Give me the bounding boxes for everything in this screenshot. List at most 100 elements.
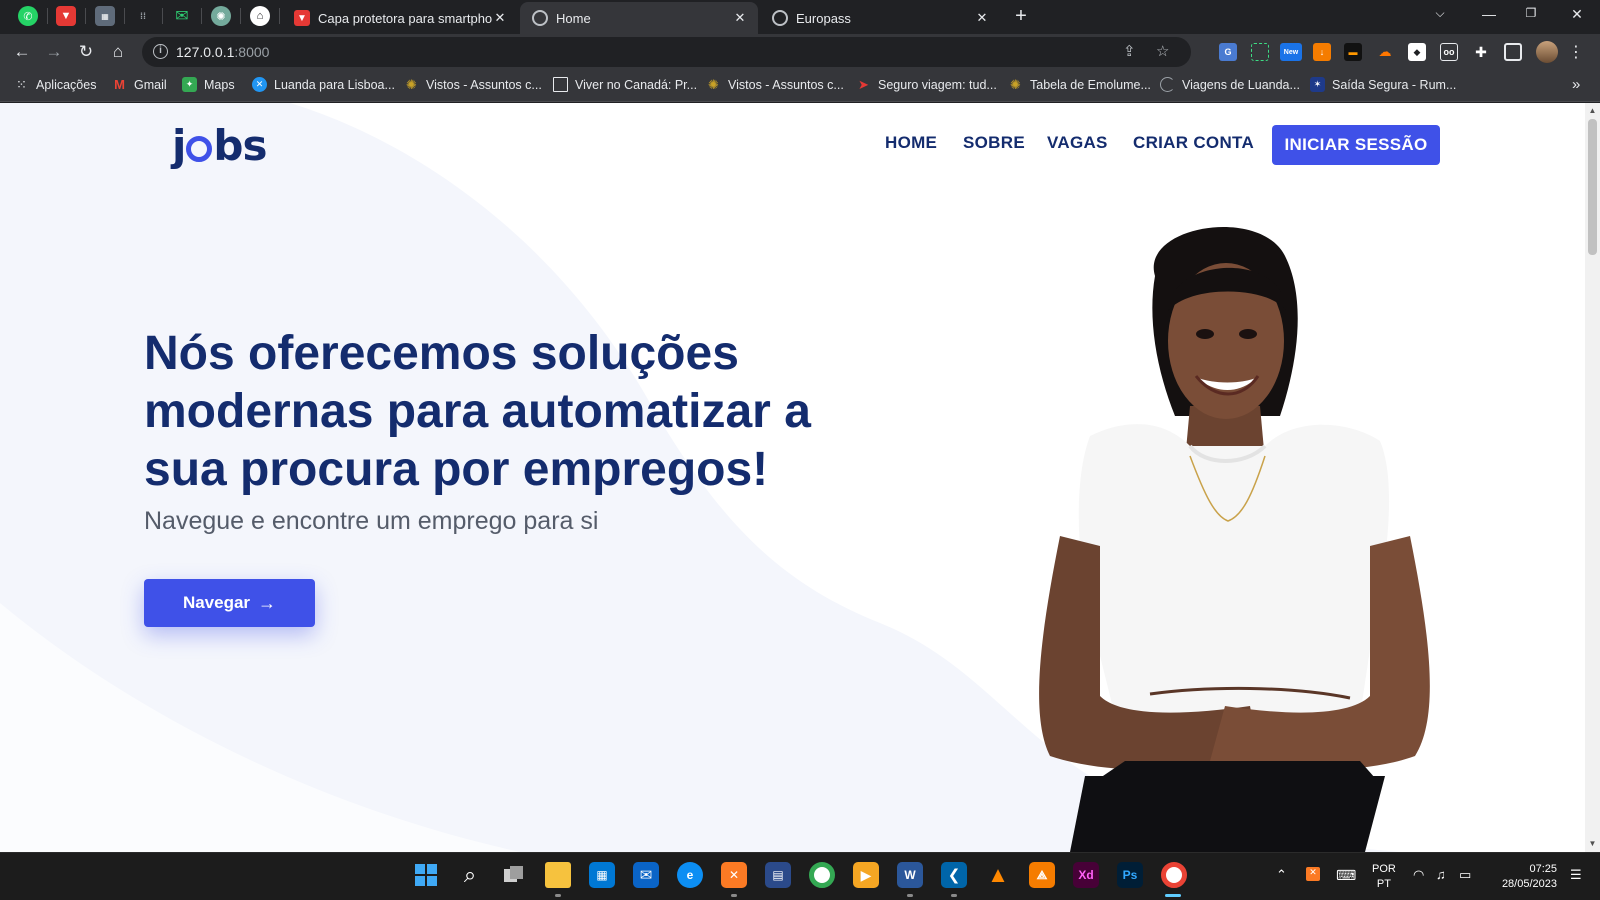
- xd-label: Xd: [1078, 868, 1094, 882]
- github-icon[interactable]: ⌂: [250, 6, 270, 26]
- download-extension-icon[interactable]: ↓: [1313, 43, 1331, 61]
- windows-start-icon[interactable]: [413, 862, 439, 888]
- back-button[interactable]: ←: [10, 40, 34, 64]
- tab-separator: [279, 8, 280, 24]
- side-panel-icon[interactable]: [1504, 43, 1522, 61]
- nav-home[interactable]: HOME: [885, 133, 937, 153]
- windows-taskbar: ⌕ ▦ ✉ e ✕ ▤ ▶ W ❮ ▲ ⟁ Xd Ps ⌃ ✕ ⌨ POR PT …: [0, 852, 1600, 900]
- language-code: POR: [1372, 863, 1396, 875]
- youtube-icon[interactable]: ▼: [56, 6, 76, 26]
- mail-icon[interactable]: ✉: [633, 862, 659, 888]
- mail-icon[interactable]: ✉: [172, 6, 192, 26]
- jobs-logo[interactable]: j bs: [172, 121, 267, 170]
- share-icon[interactable]: ⇪: [1123, 42, 1136, 60]
- translate-extension-icon[interactable]: G: [1219, 43, 1237, 61]
- bookmark-viagens-luanda[interactable]: Viagens de Luanda...: [1160, 77, 1300, 92]
- site-info-icon[interactable]: i: [153, 44, 168, 59]
- keyboard-layout: PT: [1376, 878, 1391, 890]
- xampp-icon[interactable]: ✕: [721, 862, 747, 888]
- battery-icon[interactable]: ▭: [1459, 867, 1471, 883]
- close-tab-icon[interactable]: ✕: [732, 10, 748, 26]
- scroll-down-icon[interactable]: ▼: [1588, 839, 1597, 848]
- login-button[interactable]: INICIAR SESSÃO: [1272, 125, 1440, 165]
- profile-avatar[interactable]: [1536, 41, 1558, 63]
- url-text: 127.0.0.1:8000: [176, 44, 269, 60]
- wifi-icon[interactable]: ◠: [1413, 867, 1424, 883]
- word-icon[interactable]: W: [897, 862, 923, 888]
- file-explorer-icon[interactable]: [545, 862, 571, 888]
- bookmark-luanda-lisboa[interactable]: ✕ Luanda para Lisboa...: [252, 77, 395, 92]
- close-tab-icon[interactable]: ✕: [974, 10, 990, 26]
- close-window-button[interactable]: ✕: [1562, 6, 1592, 23]
- clock-time: 07:25: [1529, 863, 1557, 875]
- screenshot-extension-icon[interactable]: [1251, 43, 1269, 61]
- tray-overflow-icon[interactable]: ⌃: [1276, 867, 1287, 883]
- cisco-icon[interactable]: ▦: [95, 6, 115, 26]
- adobe-xd-icon[interactable]: Xd: [1073, 862, 1099, 888]
- bookmark-vistos-1[interactable]: ✺ Vistos - Assuntos c...: [404, 77, 542, 92]
- vscode-icon[interactable]: ❮: [941, 862, 967, 888]
- tab-search-icon[interactable]: ⌵: [1425, 6, 1455, 21]
- bookmark-tabela-emolumentos[interactable]: ✺ Tabela de Emolume...: [1008, 77, 1151, 92]
- bookmark-label: Saída Segura - Rum...: [1332, 77, 1457, 92]
- edge-icon[interactable]: e: [677, 862, 703, 888]
- address-bar[interactable]: i 127.0.0.1:8000 ⇪ ☆: [142, 37, 1191, 67]
- scrollbar-thumb[interactable]: [1588, 119, 1597, 255]
- extensions-puzzle-icon[interactable]: ✚: [1472, 43, 1490, 61]
- chrome-icon[interactable]: [809, 862, 835, 888]
- tab-separator: [124, 8, 125, 24]
- tab-home[interactable]: Home ✕: [520, 2, 758, 34]
- nav-vagas[interactable]: VAGAS: [1047, 133, 1108, 153]
- keyboard-icon[interactable]: ⌨: [1336, 867, 1356, 884]
- bookmarks-overflow-icon[interactable]: »: [1572, 76, 1580, 93]
- bookmark-apps[interactable]: ⁙ Aplicações: [14, 77, 96, 92]
- apps-grid-icon: ⁙: [16, 76, 27, 92]
- whatsapp-icon[interactable]: ✆: [18, 6, 38, 26]
- notifications-icon[interactable]: ☰: [1570, 867, 1582, 883]
- new-extension-icon[interactable]: New: [1280, 43, 1302, 61]
- bookmark-viver-canada[interactable]: Viver no Canadá: Pr...: [553, 77, 697, 92]
- search-icon[interactable]: ⌕: [457, 862, 483, 888]
- bookmark-label: Viagens de Luanda...: [1182, 77, 1300, 92]
- extension-icon[interactable]: ◆: [1408, 43, 1426, 61]
- restore-button[interactable]: ❐: [1516, 6, 1546, 20]
- cisco-icon[interactable]: ⁞⁞: [133, 6, 153, 26]
- soundcloud-icon[interactable]: ☁: [1376, 43, 1394, 61]
- extension-icon[interactable]: oo: [1440, 43, 1458, 61]
- task-view-icon[interactable]: [501, 862, 527, 888]
- scroll-up-icon[interactable]: ▲: [1588, 106, 1597, 115]
- extension-icon[interactable]: ▬: [1344, 43, 1362, 61]
- chrome-icon[interactable]: [1161, 862, 1187, 888]
- bookmark-gmail[interactable]: M Gmail: [112, 77, 167, 92]
- clock[interactable]: 07:25 28/05/2023: [1493, 862, 1557, 892]
- input-language[interactable]: POR PT: [1372, 862, 1396, 892]
- media-player-icon[interactable]: ▶: [853, 862, 879, 888]
- close-tab-icon[interactable]: ✕: [492, 10, 508, 26]
- menu-dots-icon[interactable]: ⋮: [1568, 42, 1584, 62]
- new-tab-button[interactable]: +: [1010, 6, 1032, 26]
- app-icon[interactable]: ⟁: [1029, 862, 1055, 888]
- forward-button[interactable]: →: [42, 40, 66, 64]
- nav-criar-conta[interactable]: CRIAR CONTA: [1133, 133, 1254, 153]
- nav-sobre[interactable]: SOBRE: [963, 133, 1025, 153]
- bookmark-maps[interactable]: ✦ Maps: [182, 77, 235, 92]
- home-icon[interactable]: ⌂: [106, 40, 130, 64]
- photoshop-icon[interactable]: Ps: [1117, 862, 1143, 888]
- tab-capa-protetora[interactable]: ▼ Capa protetora para smartphone ✕: [282, 2, 518, 34]
- logo-letter: s: [242, 121, 267, 170]
- bookmark-star-icon[interactable]: ☆: [1156, 42, 1169, 60]
- tab-europass[interactable]: Europass ✕: [760, 2, 1000, 34]
- bookmark-seguro-viagem[interactable]: ➤ Seguro viagem: tud...: [856, 77, 997, 92]
- page-scrollbar[interactable]: ▲ ▼: [1585, 103, 1600, 852]
- chatgpt-icon[interactable]: ✺: [211, 6, 231, 26]
- bookmark-saida-segura[interactable]: ✶ Saída Segura - Rum...: [1310, 77, 1456, 92]
- bookmark-vistos-2[interactable]: ✺ Vistos - Assuntos c...: [706, 77, 844, 92]
- reload-button[interactable]: ↻: [74, 40, 98, 64]
- store-icon[interactable]: ▦: [589, 862, 615, 888]
- photo-icon[interactable]: ▤: [765, 862, 791, 888]
- minimize-button[interactable]: —: [1474, 6, 1504, 22]
- navigate-button[interactable]: Navegar →: [144, 579, 315, 627]
- volume-icon[interactable]: ♫: [1436, 867, 1446, 882]
- xampp-tray-icon[interactable]: ✕: [1306, 867, 1320, 881]
- vlc-icon[interactable]: ▲: [985, 862, 1011, 888]
